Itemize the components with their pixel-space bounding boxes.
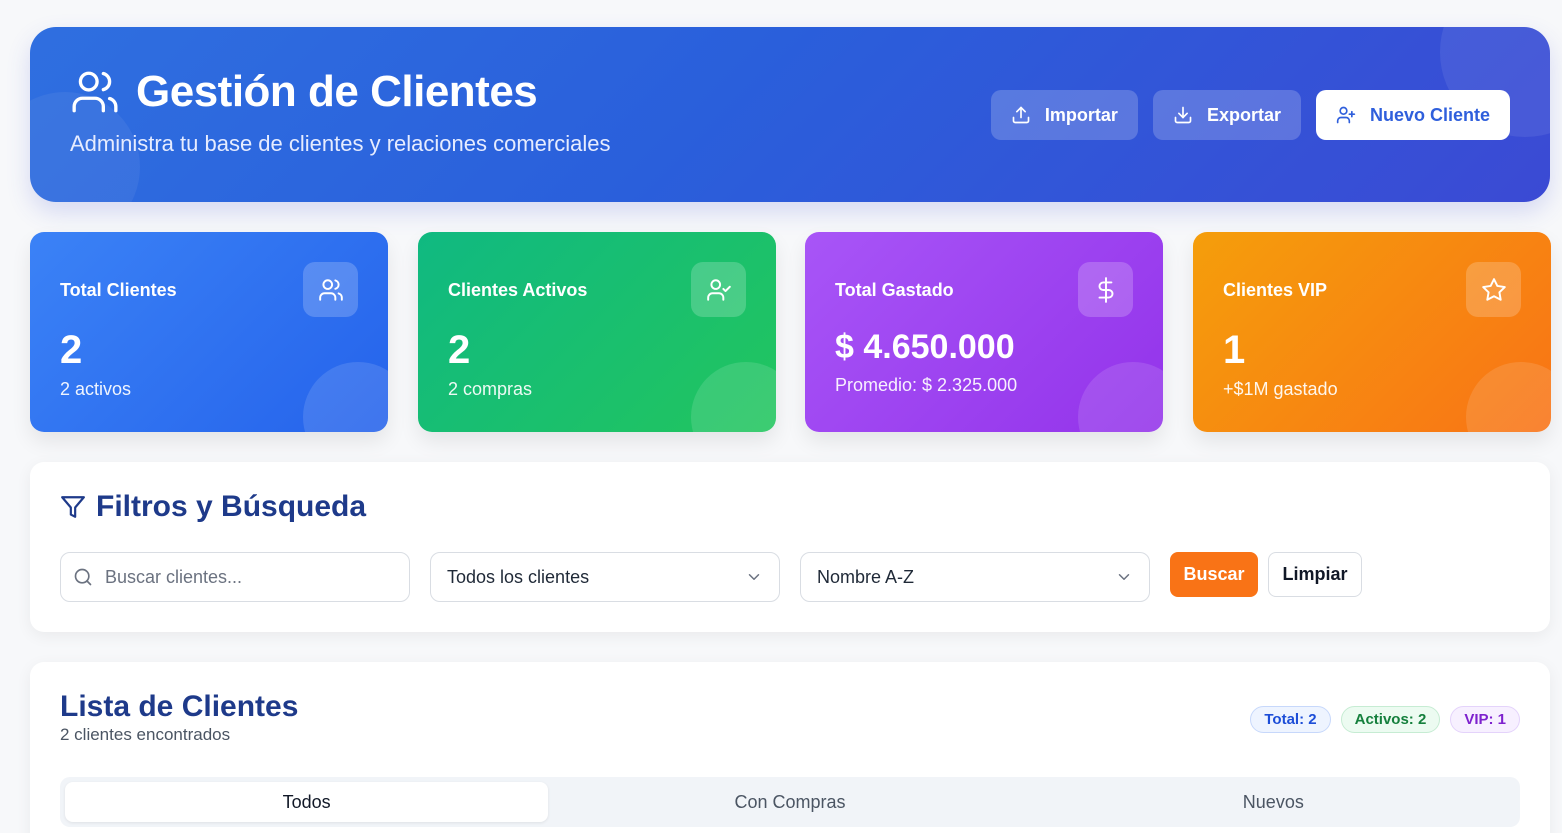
status-select-value: Todos los clientes [447,566,590,587]
chevron-down-icon [745,568,763,586]
list-count: 2 clientes encontrados [60,725,231,744]
users-icon [70,67,120,117]
stat-note: 2 compras [448,379,533,399]
decorative-circle [1466,362,1551,432]
list-badges: Total: 2 Activos: 2 VIP: 1 [1250,706,1520,733]
tab-todos[interactable]: Todos [65,782,549,822]
stat-card-active-clients: Clientes Activos 2 2 compras [418,232,776,432]
search-input[interactable] [105,566,385,588]
stat-label: Clientes Activos [448,280,588,300]
new-client-button-label: Nuevo Cliente [1369,104,1490,125]
stat-note: 2 activos [60,379,132,399]
header-title-row: Gestión de Clientes [70,67,538,117]
stat-label: Total Gastado [835,280,954,300]
filters-panel: Filtros y Búsqueda Todos los clientes No… [30,462,1550,632]
active-badge: Activos: 2 [1340,706,1441,733]
user-plus-icon [1336,105,1356,125]
stat-note: +$1M gastado [1223,379,1338,399]
tab-con-compras[interactable]: Con Compras [548,782,1031,822]
total-badge: Total: 2 [1250,706,1331,733]
import-button-label: Importar [1044,104,1118,125]
export-button[interactable]: Exportar [1152,90,1301,140]
header-actions: Importar Exportar Nuevo Cliente [990,90,1510,140]
search-field[interactable] [60,552,410,602]
tab-nuevos[interactable]: Nuevos [1032,782,1515,822]
decorative-circle [303,362,388,432]
stat-card-total-clients: Total Clientes 2 2 activos [30,232,388,432]
list-title: Lista de Clientes [60,690,299,723]
star-icon [1466,262,1521,317]
user-check-icon [691,262,746,317]
sort-select-value: Nombre A-Z [817,566,915,587]
filters-title: Filtros y Búsqueda [96,490,367,523]
stat-value: 2 [448,328,471,372]
decorative-circle [1078,362,1163,432]
export-button-label: Exportar [1206,104,1281,125]
search-icon [73,567,93,587]
vip-badge: VIP: 1 [1450,706,1520,733]
stat-note: Promedio: $ 2.325.000 [835,375,1018,395]
stat-value: 1 [1223,328,1246,372]
page-header: Gestión de Clientes Administra tu base d… [30,27,1550,202]
stat-label: Clientes VIP [1223,280,1328,300]
dollar-icon [1078,262,1133,317]
new-client-button[interactable]: Nuevo Cliente [1315,90,1510,140]
client-list-panel: Lista de Clientes 2 clientes encontrados… [30,662,1550,833]
import-button[interactable]: Importar [990,90,1138,140]
chevron-down-icon [1115,568,1133,586]
sort-select[interactable]: Nombre A-Z [800,552,1150,602]
search-button[interactable]: Buscar [1170,552,1258,597]
stat-card-total-spent: Total Gastado $ 4.650.000 Promedio: $ 2.… [805,232,1163,432]
client-tabs: Todos Con Compras Nuevos [60,777,1520,827]
decorative-circle [691,362,776,432]
stat-card-vip-clients: Clientes VIP 1 +$1M gastado [1193,232,1551,432]
download-icon [1173,105,1193,125]
stat-value: $ 4.650.000 [835,328,1015,366]
filter-icon [60,494,86,520]
page-title: Gestión de Clientes [136,67,538,116]
status-select[interactable]: Todos los clientes [430,552,780,602]
upload-icon [1011,105,1031,125]
filters-title-row: Filtros y Búsqueda [60,490,366,524]
page-subtitle: Administra tu base de clientes y relacio… [70,131,611,156]
users-icon [303,262,358,317]
clear-button[interactable]: Limpiar [1268,552,1362,597]
stat-value: 2 [60,328,83,372]
stat-label: Total Clientes [60,280,177,300]
